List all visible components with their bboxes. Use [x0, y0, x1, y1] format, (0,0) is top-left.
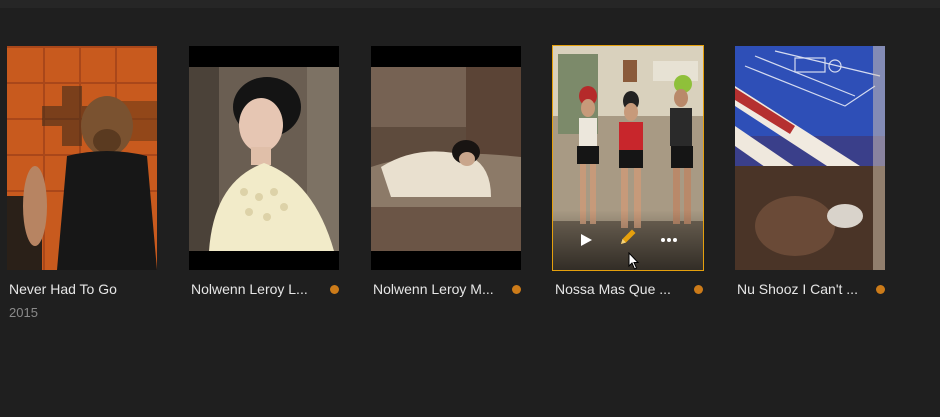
poster-nu-shooz[interactable]: [735, 46, 885, 270]
unwatched-indicator: [330, 284, 339, 294]
poster-nolwenn-leroy-m[interactable]: [371, 46, 521, 270]
item-title[interactable]: Nu Shooz I Can't ...: [737, 281, 858, 297]
library-card[interactable]: Nossa Mas Que ...: [552, 45, 704, 297]
poster-nossa-mas-que[interactable]: [552, 45, 704, 271]
library-grid: Never Had To Go 2015 Nolwenn Leroy L...: [0, 0, 940, 417]
poster-art: [7, 46, 157, 270]
library-card[interactable]: Never Had To Go 2015: [7, 46, 157, 320]
poster-art: [371, 67, 521, 251]
unwatched-indicator: [512, 284, 521, 294]
library-card[interactable]: Nolwenn Leroy M...: [371, 46, 521, 297]
library-card[interactable]: Nu Shooz I Can't ...: [735, 46, 885, 297]
item-title[interactable]: Never Had To Go: [9, 281, 117, 297]
item-title-row: Never Had To Go: [9, 280, 157, 298]
pencil-icon[interactable]: [618, 227, 638, 252]
poster-never-had-to-go[interactable]: [7, 46, 157, 270]
library-card[interactable]: Nolwenn Leroy L...: [189, 46, 339, 297]
poster-art: [189, 67, 339, 251]
mouse-cursor-icon: [628, 251, 640, 275]
item-year: 2015: [9, 305, 38, 320]
item-title-row: Nolwenn Leroy L...: [191, 280, 339, 298]
more-icon[interactable]: [660, 233, 678, 252]
item-title-row: Nu Shooz I Can't ...: [737, 280, 885, 298]
item-title-row: Nolwenn Leroy M...: [373, 280, 521, 298]
unwatched-indicator: [694, 284, 703, 294]
poster-art: [735, 46, 885, 270]
unwatched-indicator: [876, 284, 885, 294]
item-title-row: Nossa Mas Que ...: [555, 280, 703, 298]
item-title[interactable]: Nossa Mas Que ...: [555, 281, 671, 297]
item-title[interactable]: Nolwenn Leroy L...: [191, 281, 308, 297]
play-icon[interactable]: [579, 233, 593, 252]
item-title[interactable]: Nolwenn Leroy M...: [373, 281, 494, 297]
poster-nolwenn-leroy-l[interactable]: [189, 46, 339, 270]
